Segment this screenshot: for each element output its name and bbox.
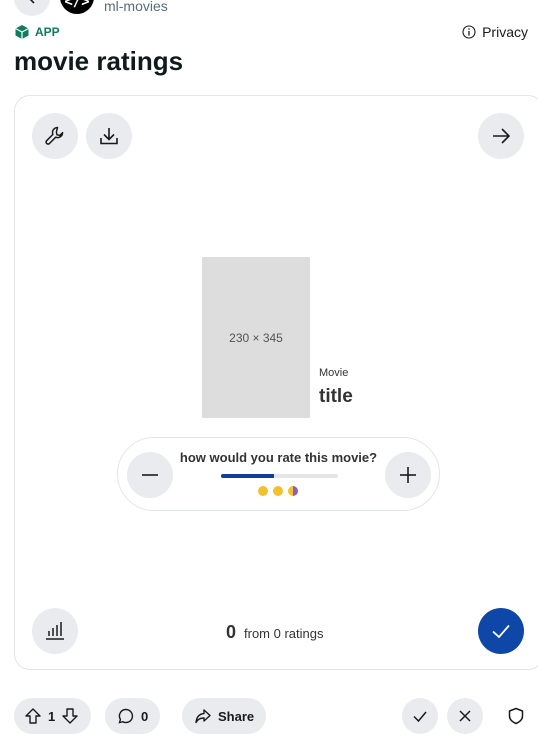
movie-poster: 230 × 345 — [202, 257, 310, 418]
comment-count: 0 — [141, 708, 149, 724]
rating-summary: 0 from 0 ratings — [226, 622, 324, 643]
rating-control: how would you rate this movie? — [117, 437, 440, 511]
next-button[interactable] — [478, 113, 524, 159]
comments-button[interactable]: 0 — [105, 698, 161, 734]
app-card: 230 × 345 Movie title how would you rate… — [14, 95, 538, 670]
share-icon — [194, 707, 212, 725]
share-button[interactable]: Share — [182, 698, 267, 734]
movie-title: title — [319, 386, 353, 407]
rating-indicator — [258, 486, 298, 496]
back-button[interactable] — [14, 0, 50, 16]
settings-button[interactable] — [32, 113, 78, 159]
download-icon — [97, 124, 121, 148]
info-icon — [462, 25, 476, 39]
poster-placeholder-text: 230 × 345 — [229, 330, 283, 345]
rating-dot-full — [273, 486, 283, 496]
checkmark-icon — [490, 620, 512, 642]
rating-count-text: from 0 ratings — [244, 626, 324, 641]
arrow-right-icon — [489, 124, 513, 148]
shield-icon — [507, 707, 525, 725]
submit-rating-button[interactable] — [478, 608, 524, 654]
comment-icon — [117, 707, 135, 725]
page-title: movie ratings — [14, 46, 184, 76]
share-label: Share — [218, 708, 255, 724]
rating-progress-bar[interactable] — [221, 474, 338, 478]
top-bar: </> ml-movies — [0, 0, 538, 20]
post-actions-bar: 1 0 Share — [0, 698, 538, 738]
upvote-icon[interactable] — [24, 707, 42, 725]
wrench-icon — [43, 124, 67, 148]
average-score: 0 — [226, 622, 237, 642]
checkmark-icon — [411, 707, 429, 725]
plus-icon — [397, 464, 419, 486]
movie-label: Movie — [319, 367, 349, 379]
privacy-link[interactable]: Privacy — [462, 24, 528, 40]
increase-rating-button[interactable] — [385, 452, 431, 498]
rating-progress-fill — [221, 474, 274, 478]
privacy-label: Privacy — [482, 24, 528, 40]
vote-count: 1 — [48, 708, 56, 724]
rating-dot-half — [288, 486, 298, 496]
cube-icon — [14, 24, 30, 40]
approve-button[interactable] — [402, 698, 438, 734]
stats-button[interactable] — [32, 608, 78, 654]
rating-dot-full — [258, 486, 268, 496]
downvote-icon[interactable] — [61, 707, 79, 725]
avatar[interactable]: </> — [60, 0, 94, 14]
moderation-button[interactable] — [498, 698, 534, 734]
minus-icon — [139, 464, 161, 486]
close-icon — [456, 707, 474, 725]
vote-control: 1 — [14, 698, 91, 734]
app-handle[interactable]: ml-movies — [104, 0, 168, 14]
download-button[interactable] — [86, 113, 132, 159]
chevron-left-icon — [25, 0, 39, 5]
app-badge-label: APP — [35, 25, 60, 39]
bar-chart-icon — [43, 619, 67, 643]
remove-button[interactable] — [447, 698, 483, 734]
app-badge: APP — [14, 24, 60, 40]
